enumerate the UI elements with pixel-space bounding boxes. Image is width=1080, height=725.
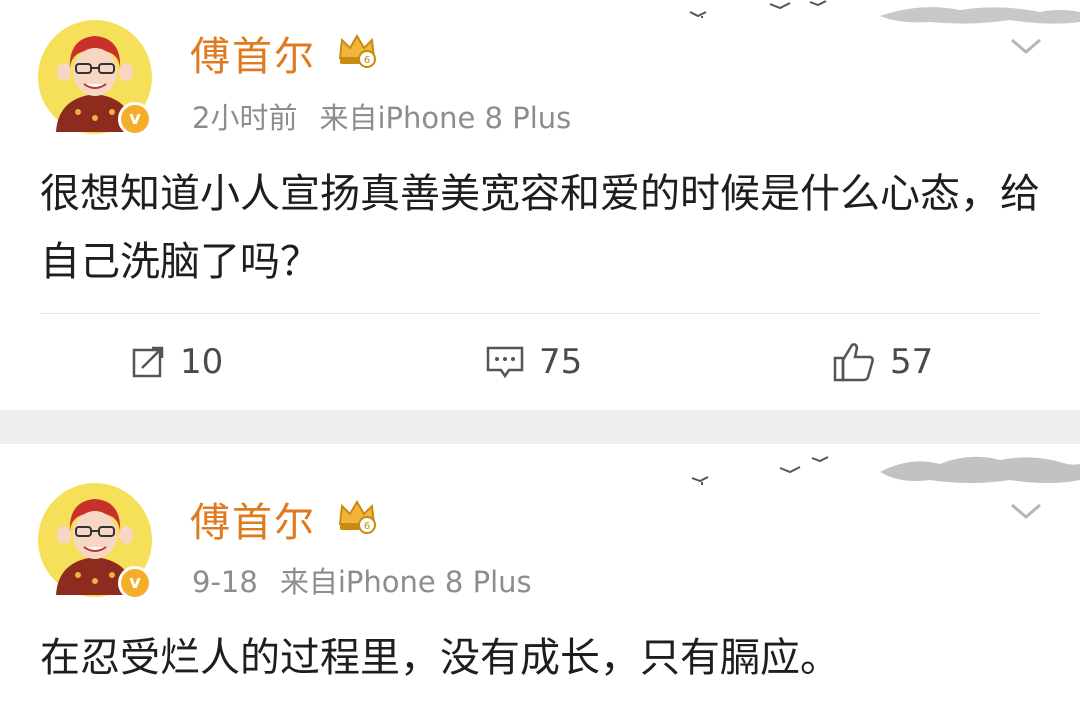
post-source: 来自iPhone 8 Plus: [279, 565, 532, 599]
chevron-down-icon[interactable]: [1008, 34, 1044, 58]
thumbs-up-icon: [833, 343, 874, 382]
post-meta: 2小时前 来自iPhone 8 Plus: [192, 95, 571, 137]
username[interactable]: 傅首尔: [190, 490, 316, 548]
verified-badge-icon: v: [118, 566, 152, 600]
crown-vip-icon[interactable]: 6: [336, 494, 378, 536]
comment-icon: [486, 346, 524, 379]
repost-count: 10: [180, 342, 224, 382]
post-meta: 9-18 来自iPhone 8 Plus: [192, 559, 532, 601]
repost-button[interactable]: 10: [130, 340, 223, 384]
post-text: 在忍受烂人的过程里，没有成长，只有膈应。: [40, 635, 840, 681]
divider: [40, 313, 1040, 314]
username[interactable]: 傅首尔: [190, 24, 316, 82]
post-text: 很想知道小人宣扬真善美宽容和爱的时候是什么心态，给自己洗脑了吗？: [40, 171, 1040, 285]
comment-button[interactable]: 75: [485, 340, 582, 384]
post-time: 9-18: [192, 565, 258, 599]
like-count: 57: [890, 342, 934, 382]
ink-landscape-decoration: [689, 0, 1080, 24]
weibo-post-card: v 傅首尔 6 9-18 来自iPhone 8 Plus 在忍受烂人的过程里，没有…: [0, 444, 1080, 725]
svg-text:6: 6: [364, 55, 370, 66]
post-time: 2小时前: [192, 101, 298, 135]
comment-count: 75: [539, 342, 583, 382]
post-source: 来自iPhone 8 Plus: [319, 101, 572, 135]
verified-badge-icon: v: [118, 102, 152, 136]
like-button[interactable]: 57: [832, 340, 933, 384]
crown-vip-icon[interactable]: 6: [336, 28, 378, 70]
weibo-post-card: v 傅首尔 6 2小时前 来自iPhone 8 Plus 很想知道小人宣扬真善美宽…: [0, 0, 1080, 410]
chevron-down-icon[interactable]: [1008, 499, 1044, 523]
ink-landscape-decoration: [691, 456, 1080, 485]
svg-text:6: 6: [364, 521, 370, 532]
repost-icon: [132, 346, 164, 378]
